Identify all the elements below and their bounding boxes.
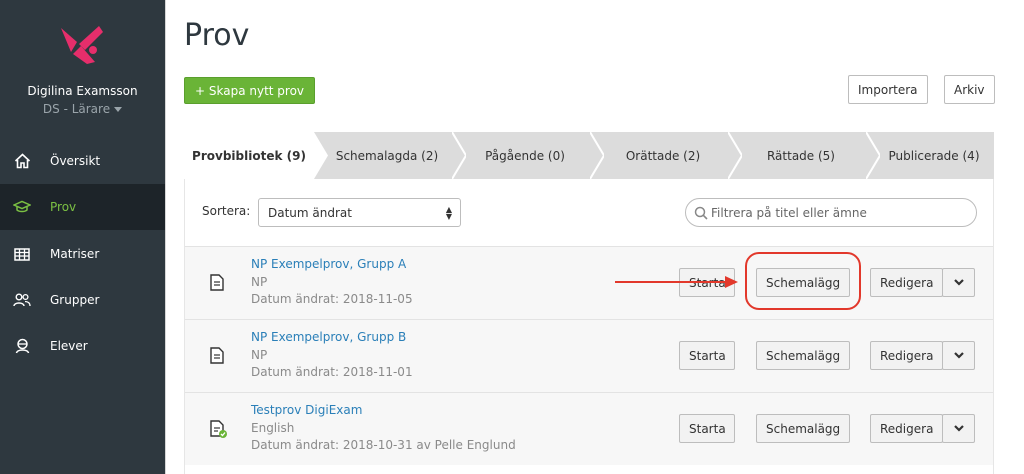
exam-title-link[interactable]: Testprov DigiExam [251,403,362,417]
nav-item-label: Grupper [50,293,100,307]
tab-rattade[interactable]: Rättade (5) [736,132,866,179]
exam-subject: NP [251,348,268,362]
nav-item-grupper[interactable]: Grupper [0,277,165,323]
page-title: Prov [184,18,250,53]
more-options-button[interactable] [942,414,975,443]
sidebar: Digilina Examsson DS - Lärare Översikt P… [0,0,165,474]
exam-status-tabs: Provbibliotek (9) Schemalagda (2) Pågåen… [184,132,994,179]
search-icon [694,206,708,220]
tab-pagaende[interactable]: Pågående (0) [460,132,590,179]
user-role-label: DS - Lärare [42,102,111,116]
filter-input[interactable] [711,204,961,222]
highlight-annotation [745,252,861,310]
start-button[interactable]: Starta [679,414,735,443]
document-icon [210,347,224,364]
exam-date: Datum ändrat: 2018-11-05 [251,292,413,306]
exam-title-link[interactable]: NP Exempelprov, Grupp B [251,330,406,344]
edit-button[interactable]: Redigera [870,268,943,297]
chevron-down-icon [953,279,964,286]
exam-row: Testprov DigiExam English Datum ändrat: … [185,392,993,465]
sort-value: Datum ändrat [268,205,352,220]
tab-provbibliotek[interactable]: Provbibliotek (9) [184,132,314,179]
exam-library-panel: Sortera: Datum ändrat ▲▼ NP Exempelprov,… [184,179,994,474]
nav-item-oversikt[interactable]: Översikt [0,138,165,184]
edit-button[interactable]: Redigera [870,414,943,443]
tab-schemalagda[interactable]: Schemalagda (2) [322,132,452,179]
nav-item-label: Elever [50,339,88,353]
home-icon [13,152,31,170]
schedule-button[interactable]: Schemalägg [756,414,850,443]
user-name: Digilina Examsson [27,84,138,98]
nav-item-label: Prov [50,200,77,214]
select-arrows-icon: ▲ ▼ [445,205,452,221]
main-content: Prov + Skapa nytt prov Importera Arkiv P… [165,0,1024,474]
exam-subject: NP [251,275,268,289]
table-icon [13,245,31,263]
chevron-down-icon [953,352,964,359]
user-role-dropdown[interactable]: DS - Lärare [0,102,165,116]
exam-title-link[interactable]: NP Exempelprov, Grupp A [251,257,406,271]
chevron-down-icon [953,425,964,432]
more-options-button[interactable] [942,341,975,370]
nav-item-elever[interactable]: Elever [0,323,165,369]
create-exam-button[interactable]: + Skapa nytt prov [184,77,316,104]
users-icon [13,291,31,309]
tab-orattade[interactable]: Orättade (2) [598,132,728,179]
more-options-button[interactable] [942,268,975,297]
start-button[interactable]: Starta [679,341,735,370]
digiexam-logo[interactable] [59,22,105,66]
arrow-annotation-icon [615,276,738,288]
edit-button[interactable]: Redigera [870,341,943,370]
import-button[interactable]: Importera [848,75,928,104]
schedule-button[interactable]: Schemalägg [756,341,850,370]
exam-date: Datum ändrat: 2018-10-31 av Pelle Englun… [251,438,516,452]
nav-item-label: Matriser [50,247,100,261]
exam-date: Datum ändrat: 2018-11-01 [251,365,413,379]
sort-select[interactable]: Datum ändrat ▲ ▼ [258,198,461,227]
student-icon [13,337,31,355]
archive-button[interactable]: Arkiv [944,75,995,104]
sort-label: Sortera: [202,204,251,218]
nav-item-label: Översikt [50,154,101,168]
exam-row: NP Exempelprov, Grupp A NP Datum ändrat:… [185,246,993,319]
graduation-cap-icon [13,198,31,216]
exam-row: NP Exempelprov, Grupp B NP Datum ändrat:… [185,319,993,392]
filter-field[interactable] [685,198,977,227]
nav-item-prov[interactable]: Prov [0,184,165,230]
exam-subject: English [251,421,295,435]
tab-publicerade[interactable]: Publicerade (4) [874,132,994,179]
document-check-icon [210,420,227,438]
caret-down-icon [114,107,123,112]
nav-item-matriser[interactable]: Matriser [0,231,165,277]
document-icon [210,274,224,291]
